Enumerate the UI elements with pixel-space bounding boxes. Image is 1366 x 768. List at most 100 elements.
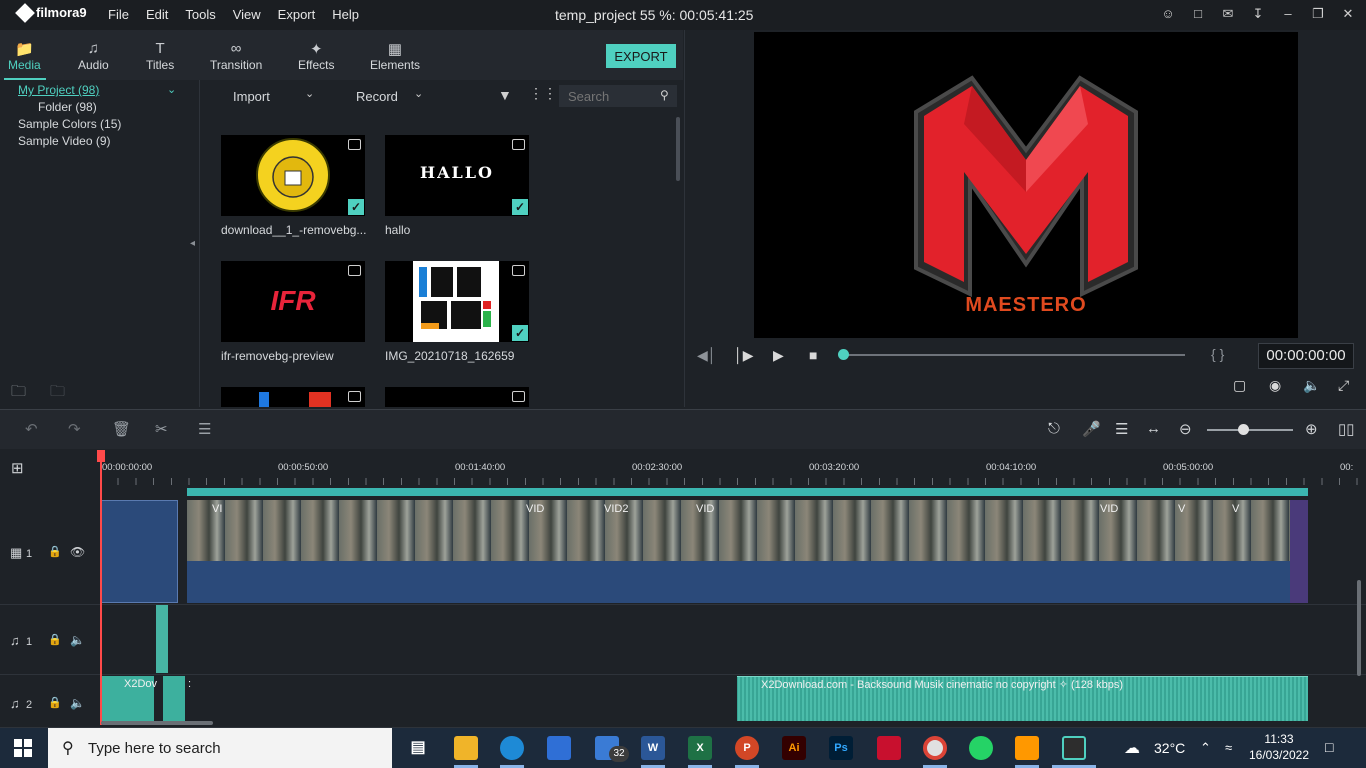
store-icon[interactable] <box>547 736 571 760</box>
folder-sample-video[interactable]: Sample Video (9) <box>18 134 111 148</box>
menu-view[interactable]: View <box>233 7 261 22</box>
menu-tools[interactable]: Tools <box>185 7 215 22</box>
filmora-taskbar-icon[interactable] <box>1062 736 1086 760</box>
render-preview-icon[interactable]: ▢ <box>1233 377 1246 394</box>
marker-icon[interactable]: ⎋ <box>1048 420 1060 437</box>
folder-my-project[interactable]: My Project (98) <box>18 83 99 97</box>
undo-icon[interactable]: ↶ <box>25 420 38 438</box>
collapse-panel-icon[interactable]: ◂ <box>190 238 195 249</box>
restore-icon[interactable]: ❐ <box>1310 6 1326 22</box>
taskbar-search[interactable]: ⚲ Type here to search <box>48 728 392 768</box>
excel-icon[interactable]: X <box>688 736 712 760</box>
tab-titles[interactable]: T Titles <box>146 40 174 72</box>
stop-icon[interactable]: ■ <box>809 347 817 363</box>
zoom-slider-knob[interactable] <box>1238 424 1249 435</box>
whatsapp-icon[interactable] <box>969 736 993 760</box>
menu-file[interactable]: File <box>108 7 129 22</box>
timeline-horizontal-scrollbar[interactable] <box>101 721 213 725</box>
save-icon[interactable]: □ <box>1190 6 1206 22</box>
illustrator-icon[interactable]: Ai <box>782 736 806 760</box>
clip-thumb-img[interactable]: ✓ <box>385 261 529 342</box>
import-button[interactable]: Import <box>233 89 270 104</box>
search-icon[interactable]: ⚲ <box>660 88 669 102</box>
close-icon[interactable]: ✕ <box>1340 6 1356 22</box>
record-chevron-icon[interactable]: ⌄ <box>414 87 423 100</box>
weather-temperature[interactable]: 32°C <box>1154 740 1185 756</box>
eye-icon[interactable]: 👁 <box>70 545 85 559</box>
menu-export[interactable]: Export <box>278 7 316 22</box>
playhead-line[interactable] <box>100 450 102 725</box>
sketchup-icon[interactable] <box>877 736 901 760</box>
photoshop-icon[interactable]: Ps <box>829 736 853 760</box>
notification-icon[interactable]: □ <box>1325 739 1333 755</box>
clip-thumb-ifr[interactable]: IFR <box>221 261 365 342</box>
tab-media[interactable]: 📁 Media <box>8 40 41 72</box>
add-track-icon[interactable]: ⊞ <box>11 459 24 477</box>
redo-icon[interactable]: ↷ <box>68 420 81 438</box>
record-button[interactable]: Record <box>356 89 398 104</box>
folder-folder[interactable]: Folder (98) <box>38 100 97 114</box>
tab-elements[interactable]: ▦ Elements <box>370 40 420 72</box>
lock-icon[interactable]: 🔒 <box>48 633 62 646</box>
tab-audio[interactable]: ♫ Audio <box>78 40 109 72</box>
filter-icon[interactable]: ▼ <box>498 87 512 103</box>
delete-folder-icon[interactable]: 🗀 <box>50 381 65 406</box>
mark-in-out-icon[interactable]: { } <box>1211 346 1224 362</box>
play-frame-icon[interactable]: │▶ <box>734 347 754 364</box>
import-chevron-icon[interactable]: ⌄ <box>305 87 314 100</box>
audio-clip-track1[interactable] <box>156 605 168 673</box>
video-clip-intro[interactable] <box>100 500 178 603</box>
panel-layout-icon[interactable]: ▯▯ <box>1338 420 1355 438</box>
media-scrollbar[interactable] <box>676 117 680 181</box>
preview-progress-knob[interactable] <box>838 349 849 360</box>
video-clip-end[interactable] <box>1290 500 1308 603</box>
cut-icon[interactable]: ✂ <box>155 420 168 438</box>
fit-timeline-icon[interactable]: ↔ <box>1146 420 1161 437</box>
voiceover-icon[interactable]: ☰ <box>1115 420 1128 438</box>
previous-frame-icon[interactable]: ◀│ <box>697 347 717 364</box>
chevron-up-icon[interactable]: ⌃ <box>1200 740 1211 756</box>
clip-thumb-smk[interactable]: ✓ <box>221 135 365 216</box>
clip-thumb-hallo[interactable]: HALLO ✓ <box>385 135 529 216</box>
download-icon[interactable]: ↧ <box>1250 6 1266 22</box>
play-icon[interactable]: ▶ <box>773 347 784 364</box>
taskbar-clock[interactable]: 11:33 16/03/2022 <box>1246 731 1312 763</box>
menu-help[interactable]: Help <box>332 7 359 22</box>
microphone-icon[interactable]: 🎤 <box>1082 420 1101 438</box>
menu-edit[interactable]: Edit <box>146 7 168 22</box>
preview-progress-track[interactable] <box>843 354 1185 356</box>
chevron-down-icon[interactable]: ⌄ <box>167 83 176 96</box>
delete-icon[interactable]: 🗑 <box>112 420 131 438</box>
export-button[interactable]: EXPORT <box>606 44 676 68</box>
mail-icon[interactable]: ✉ <box>1220 6 1236 22</box>
lock-icon[interactable]: 🔒 <box>48 696 62 709</box>
zoom-out-icon[interactable]: ⊖ <box>1179 420 1192 438</box>
folder-sample-colors[interactable]: Sample Colors (15) <box>18 117 121 131</box>
new-folder-icon[interactable]: 🗀 <box>11 381 26 406</box>
sublime-icon[interactable] <box>1015 736 1039 760</box>
windows-start-icon[interactable] <box>14 739 32 757</box>
playhead-handle[interactable] <box>97 450 105 462</box>
audio-clip-short[interactable] <box>163 676 185 721</box>
speaker-icon[interactable]: 🔈 <box>70 696 85 710</box>
chrome-icon[interactable] <box>923 736 947 760</box>
minimize-icon[interactable]: – <box>1280 6 1296 22</box>
fullscreen-icon[interactable]: ⤢ <box>1338 377 1349 394</box>
wifi-icon[interactable]: ≈ <box>1225 740 1232 755</box>
word-icon[interactable]: W <box>641 736 665 760</box>
speaker-icon[interactable]: 🔈 <box>70 633 85 647</box>
timeline-vertical-scrollbar[interactable] <box>1357 580 1361 676</box>
zoom-slider-track[interactable] <box>1207 429 1293 431</box>
file-explorer-icon[interactable] <box>454 736 478 760</box>
volume-icon[interactable]: 🔈 <box>1303 377 1320 394</box>
snapshot-icon[interactable]: ◉ <box>1269 377 1281 394</box>
clip-thumb-6[interactable] <box>385 387 529 407</box>
zoom-in-icon[interactable]: ⊕ <box>1305 420 1318 438</box>
tab-transition[interactable]: ∞ Transition <box>210 40 262 72</box>
account-icon[interactable]: ☺ <box>1160 6 1176 22</box>
clip-thumb-5[interactable] <box>221 387 365 407</box>
lock-icon[interactable]: 🔒 <box>48 545 62 558</box>
task-view-icon[interactable]: ▤ <box>406 736 430 760</box>
adjust-icon[interactable]: ☰ <box>198 420 211 438</box>
edge-icon[interactable] <box>500 736 524 760</box>
